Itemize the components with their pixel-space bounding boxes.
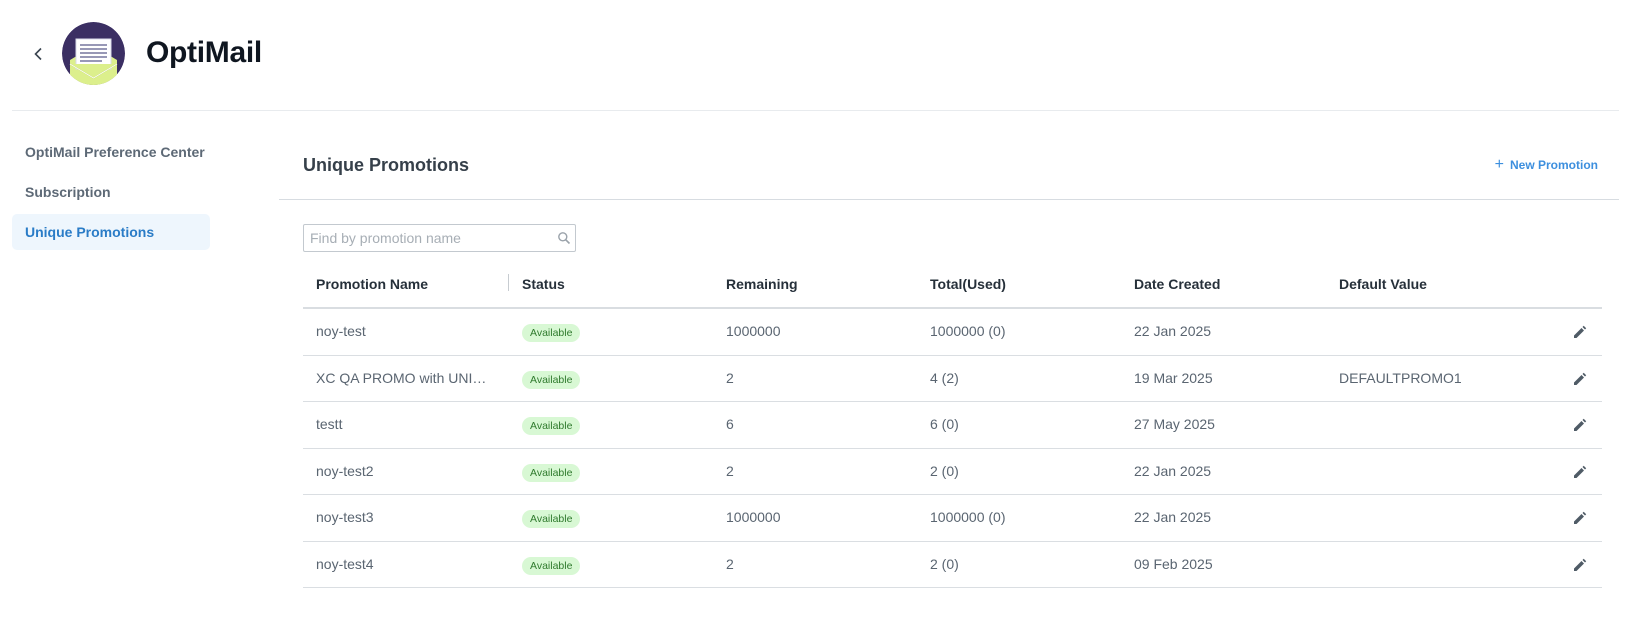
status-badge: Available: [522, 324, 581, 342]
table-row[interactable]: noy-test3 Available 1000000 1000000 (0) …: [303, 495, 1602, 542]
table-row[interactable]: noy-test2 Available 2 2 (0) 22 Jan 2025: [303, 449, 1602, 495]
edit-pencil-icon[interactable]: [1572, 510, 1588, 526]
table-row[interactable]: XC QA PROMO with UNIQUE CODES Available …: [303, 356, 1602, 402]
app-title: OptiMail: [146, 36, 262, 69]
status-badge: Available: [522, 510, 581, 528]
sidebar-item-preference-center[interactable]: OptiMail Preference Center: [12, 134, 210, 170]
table-header: Promotion Name Status Remaining Total(Us…: [303, 262, 1602, 309]
column-header-promotion-name[interactable]: Promotion Name: [316, 276, 428, 292]
cell-total-used: 4 (2): [930, 369, 959, 386]
column-header-remaining[interactable]: Remaining: [726, 276, 798, 292]
cell-total-used: 2 (0): [930, 462, 959, 479]
cell-date-created: 09 Feb 2025: [1134, 555, 1213, 572]
table-row[interactable]: noy-test4 Available 2 2 (0) 09 Feb 2025: [303, 542, 1602, 588]
column-header-status[interactable]: Status: [522, 276, 565, 292]
cell-remaining: 2: [726, 369, 734, 386]
plus-icon: +: [1494, 156, 1504, 173]
sidebar-item-subscription[interactable]: Subscription: [12, 174, 210, 210]
cell-default-value: DEFAULTPROMO1: [1339, 369, 1462, 386]
edit-pencil-icon[interactable]: [1572, 371, 1588, 387]
section-divider: [279, 199, 1619, 200]
cell-total-used: 2 (0): [930, 555, 959, 572]
cell-promotion-name: XC QA PROMO with UNIQUE CODES: [316, 369, 494, 386]
column-resize-handle[interactable]: [508, 274, 509, 291]
cell-remaining: 1000000: [726, 509, 781, 525]
edit-pencil-icon[interactable]: [1572, 464, 1588, 480]
status-badge: Available: [522, 556, 581, 575]
edit-pencil-icon[interactable]: [1572, 557, 1588, 573]
table-row[interactable]: testt Available 6 6 (0) 27 May 2025: [303, 402, 1602, 449]
search-icon: [558, 232, 571, 245]
table-row[interactable]: noy-test Available 1000000 1000000 (0) 2…: [303, 309, 1602, 356]
status-badge: Available: [522, 463, 581, 482]
cell-promotion-name: noy-test3: [316, 509, 374, 525]
cell-total-used: 1000000 (0): [930, 509, 1006, 525]
cell-promotion-name: noy-test2: [316, 462, 374, 479]
search-input[interactable]: [304, 225, 542, 251]
cell-date-created: 19 Mar 2025: [1134, 369, 1213, 386]
new-promotion-button[interactable]: + New Promotion: [1494, 156, 1598, 173]
cell-promotion-name: noy-test4: [316, 555, 374, 572]
app-logo: [62, 22, 125, 85]
sidebar-nav: OptiMail Preference Center Subscription …: [12, 134, 210, 254]
search-field[interactable]: [303, 224, 576, 252]
cell-date-created: 27 May 2025: [1134, 416, 1215, 432]
status-badge: Available: [522, 370, 581, 389]
page-title: Unique Promotions: [303, 155, 469, 175]
cell-remaining: 1000000: [726, 323, 781, 339]
cell-remaining: 6: [726, 416, 734, 432]
cell-date-created: 22 Jan 2025: [1134, 509, 1212, 525]
sidebar-item-unique-promotions[interactable]: Unique Promotions: [12, 214, 210, 250]
column-header-default-value[interactable]: Default Value: [1339, 276, 1427, 292]
edit-pencil-icon[interactable]: [1572, 324, 1588, 340]
status-badge: Available: [522, 417, 581, 435]
back-button[interactable]: [26, 41, 52, 67]
cell-remaining: 2: [726, 462, 734, 479]
column-header-date-created[interactable]: Date Created: [1134, 276, 1220, 292]
cell-remaining: 2: [726, 555, 734, 572]
cell-promotion-name: testt: [316, 416, 343, 432]
cell-date-created: 22 Jan 2025: [1134, 323, 1212, 339]
new-promotion-label: New Promotion: [1509, 158, 1598, 172]
edit-pencil-icon[interactable]: [1572, 417, 1588, 433]
chevron-left-icon: [34, 47, 42, 61]
app-header: OptiMail: [12, 0, 1619, 111]
promotions-table: Promotion Name Status Remaining Total(Us…: [303, 262, 1602, 588]
column-header-total-used[interactable]: Total(Used): [930, 276, 1006, 292]
cell-total-used: 1000000 (0): [930, 323, 1006, 339]
cell-promotion-name: noy-test: [316, 323, 366, 339]
cell-date-created: 22 Jan 2025: [1134, 462, 1212, 479]
mail-envelope-icon: [62, 22, 125, 85]
cell-total-used: 6 (0): [930, 416, 959, 432]
